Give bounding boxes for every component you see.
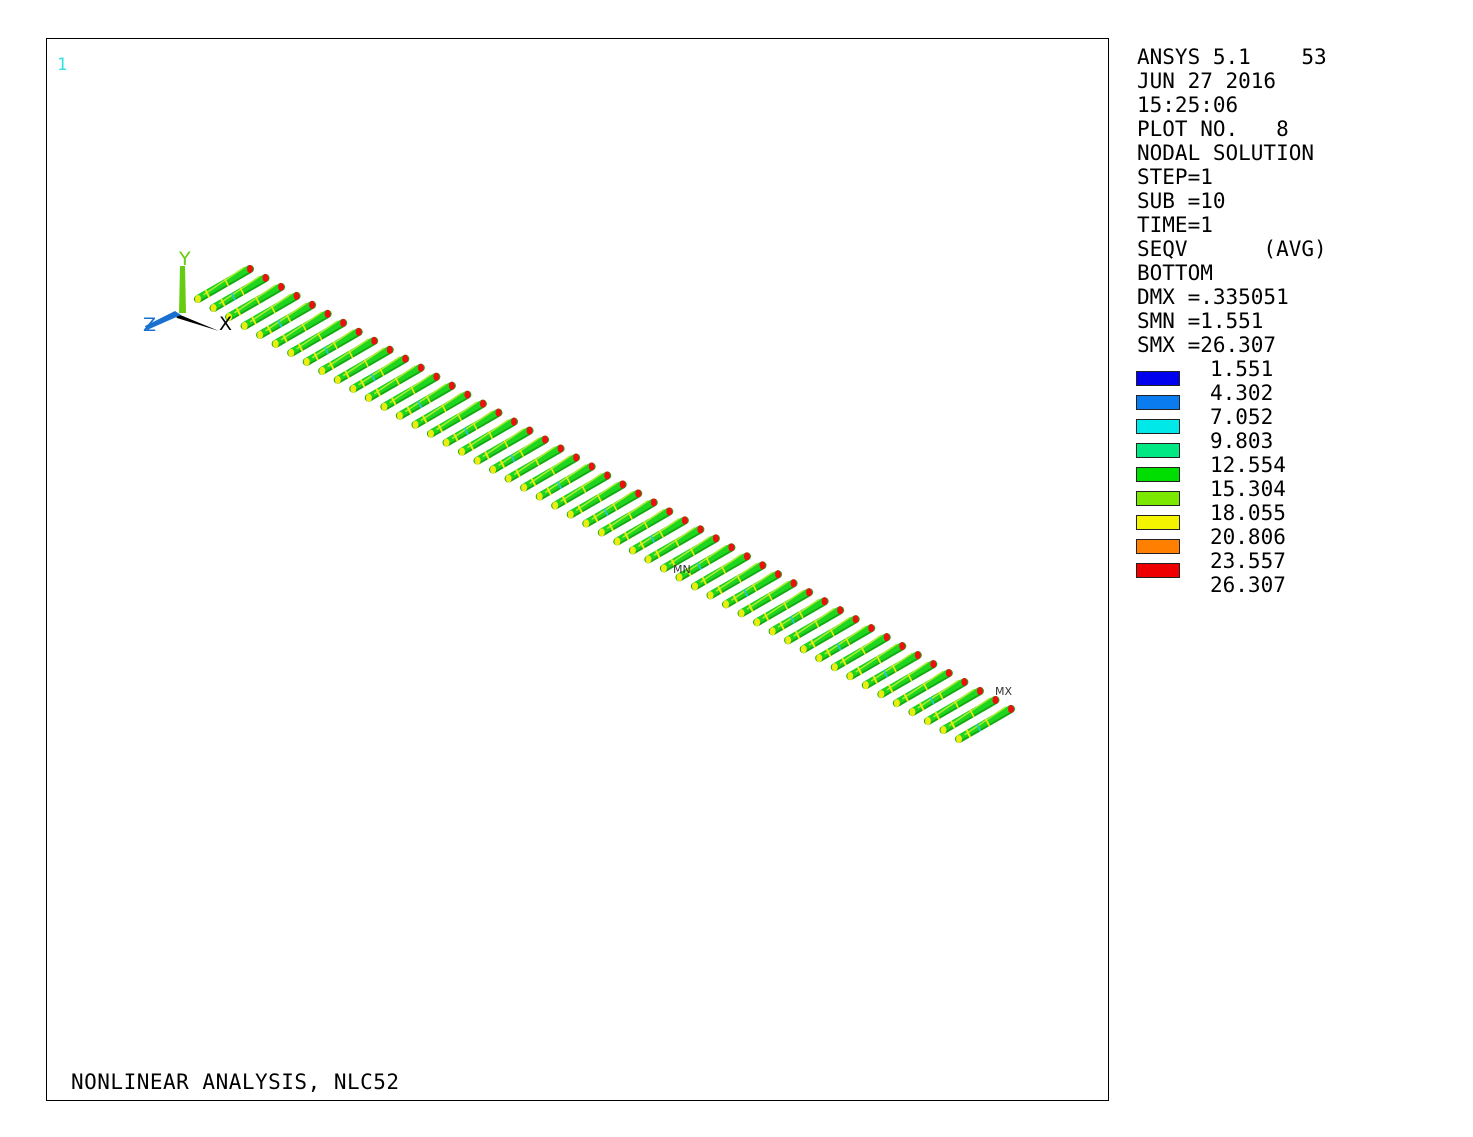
y-axis-arrow xyxy=(179,266,186,313)
legend-swatch xyxy=(1136,395,1180,410)
y-axis-label: Y xyxy=(178,248,191,270)
info-line: SMX =26.307 xyxy=(1137,333,1277,357)
plot-info-panel: ANSYS 5.1 53 JUN 27 2016 15:25:06 PLOT NO. … xyxy=(1137,45,1327,357)
info-line: JUN 27 2016 xyxy=(1137,69,1277,93)
info-line: NODAL SOLUTION xyxy=(1137,141,1315,165)
legend-swatch xyxy=(1136,467,1180,482)
analysis-title: NONLINEAR ANALYSIS, NLC52 xyxy=(71,1070,400,1094)
z-axis-label: Z xyxy=(143,314,156,336)
info-line: SMN =1.551 xyxy=(1137,309,1264,333)
legend-swatch xyxy=(1136,443,1180,458)
graphics-viewport[interactable]: 1 MN MX X Y Z NONLINEAR ANALYSIS, NLC52 xyxy=(46,38,1109,1101)
legend-swatch xyxy=(1136,515,1180,530)
info-line: PLOT NO. 8 xyxy=(1137,117,1289,141)
legend-value: 15.304 xyxy=(1210,477,1286,501)
info-line: STEP=1 xyxy=(1137,165,1213,189)
info-line: SUB =10 xyxy=(1137,189,1226,213)
info-line: TIME=1 xyxy=(1137,213,1213,237)
legend-swatch xyxy=(1136,491,1180,506)
info-line: 15:25:06 xyxy=(1137,93,1239,117)
legend-value: 23.557 xyxy=(1210,549,1286,573)
legend-value: 7.052 xyxy=(1210,405,1274,429)
info-line: DMX =.335051 xyxy=(1137,285,1289,309)
info-line: ANSYS 5.1 53 xyxy=(1137,45,1327,69)
x-axis-label: X xyxy=(219,313,232,335)
legend-value: 9.803 xyxy=(1210,429,1274,453)
legend-value: 1.551 xyxy=(1210,357,1274,381)
legend-swatch xyxy=(1136,539,1180,554)
legend-value: 12.554 xyxy=(1210,453,1286,477)
legend-value: 4.302 xyxy=(1210,381,1274,405)
legend-value: 26.307 xyxy=(1210,573,1286,597)
info-line: BOTTOM xyxy=(1137,261,1213,285)
legend-swatch xyxy=(1136,563,1180,578)
legend-value: 20.806 xyxy=(1210,525,1286,549)
axis-triad: X Y Z xyxy=(143,248,232,336)
legend-swatch xyxy=(1136,419,1180,434)
legend-value: 18.055 xyxy=(1210,501,1286,525)
legend-swatch xyxy=(1136,371,1180,386)
info-line: SEQV (AVG) xyxy=(1137,237,1327,261)
